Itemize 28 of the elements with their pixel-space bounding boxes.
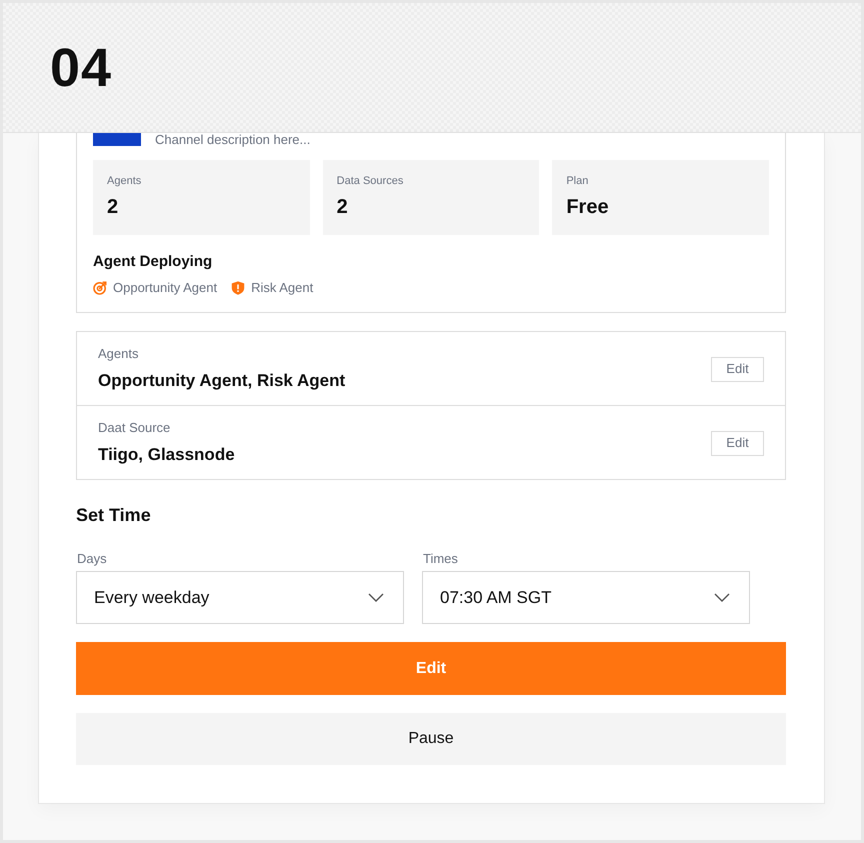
target-icon (93, 281, 107, 295)
setting-label: Agents (98, 346, 140, 362)
agent-name: Opportunity Agent (113, 279, 218, 297)
shield-warning-icon (231, 281, 246, 295)
channel-description: Channel description here... (155, 133, 310, 147)
step-number: 04 (50, 40, 112, 94)
chevron-down-icon (368, 593, 384, 602)
stat-value: 2 (336, 195, 349, 219)
chevron-down-icon (714, 593, 730, 602)
dropdown-field[interactable]: 07:30 AM SGT (422, 571, 750, 624)
agent-name: Risk Agent (251, 279, 314, 297)
channel-logo (93, 133, 141, 146)
stat-value: 2 (107, 195, 120, 219)
setting-value: Opportunity Agent, Risk Agent (98, 370, 346, 392)
stat-label: Data Sources (336, 174, 404, 188)
setting-value: Tiigo, Glassnode (98, 444, 235, 466)
stat-label: Agents (107, 174, 142, 188)
edit-button[interactable]: Edit (711, 356, 764, 382)
field-label: Times (422, 551, 459, 567)
section-title: Set Time (76, 504, 152, 527)
section-title: Agent Deploying (93, 252, 214, 272)
stat-label: Plan (566, 174, 590, 188)
stat-value: Free (566, 195, 610, 219)
pause-button[interactable]: Pause (76, 713, 786, 765)
edit-button[interactable]: Edit (711, 430, 764, 456)
dropdown-field[interactable]: Every weekday (76, 571, 404, 624)
field-label: Days (76, 551, 108, 567)
setting-label: Daat Source (98, 420, 172, 436)
